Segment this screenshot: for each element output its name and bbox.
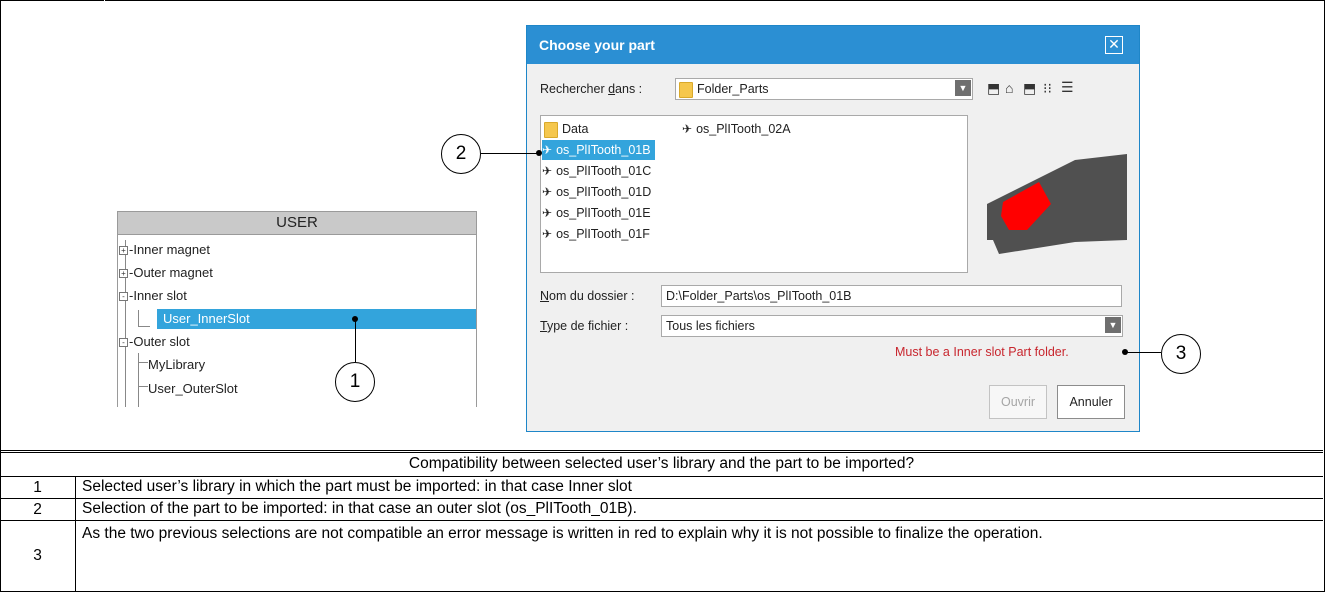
look-in-label: Rechercher dans : [540, 82, 643, 96]
tree-item-user-innerslot[interactable]: User_InnerSlot [157, 309, 476, 329]
row-text: As the two previous selections are not c… [82, 525, 1043, 542]
part-icon: ✈ [542, 164, 553, 178]
row-text: Selection of the part to be imported: in… [82, 500, 637, 517]
part-icon: ✈ [542, 206, 553, 220]
cancel-button[interactable]: Annuler [1057, 385, 1125, 419]
callout-2-dot [536, 150, 542, 156]
tree-item-label: Inner slot [133, 288, 187, 303]
tree-item-label: Inner magnet [133, 242, 210, 257]
dialog-title-bar: Choose your part ✕ [527, 26, 1139, 64]
table-row: 1 Selected user’s library in which the p… [0, 476, 1323, 498]
part-icon: ✈ [542, 185, 553, 199]
folder-icon [679, 81, 693, 98]
chevron-down-icon[interactable]: ▼ [955, 80, 971, 96]
tree-item-mylibrary[interactable]: MyLibrary [148, 355, 205, 375]
list-item-data-folder[interactable]: Data [544, 119, 592, 139]
table-header-row: Compatibility between selected user’s li… [0, 452, 1323, 475]
list-item-part-01c[interactable]: ✈ os_PlITooth_01C [542, 161, 655, 181]
callout-1: 1 [335, 362, 375, 402]
chevron-down-icon[interactable]: ▼ [1105, 317, 1121, 333]
list-view-icon[interactable]: ⁝⁝ [1043, 80, 1052, 97]
part-icon: ✈ [542, 143, 553, 157]
details-view-icon[interactable]: ☰ [1061, 79, 1074, 96]
tree-item-label: User_OuterSlot [148, 381, 238, 396]
row-number: 2 [0, 499, 76, 520]
callout-3: 3 [1161, 334, 1201, 374]
tree-item-inner-slot[interactable]: - -Inner slot [119, 286, 187, 306]
table-row: 3 As the two previous selections are not… [0, 520, 1323, 591]
tree-item-outer-magnet[interactable]: + -Outer magnet [119, 263, 213, 283]
look-in-combo[interactable]: Folder_Parts ▼ [675, 78, 973, 100]
tree-item-label: Outer slot [133, 334, 190, 349]
row-number: 1 [0, 477, 76, 498]
file-list: Data ✈ os_PlITooth_01B ✈ os_PlITooth_01C ✈… [540, 115, 968, 273]
choose-part-dialog: Choose your part ✕ Rechercher dans : Fol… [526, 25, 1140, 432]
tree-item-outer-slot[interactable]: - -Outer slot [119, 332, 190, 352]
up-folder-icon[interactable]: ⬒ [987, 80, 1000, 97]
tree-header: USER [118, 212, 476, 235]
file-type-select[interactable]: Tous les fichiers ▼ [661, 315, 1123, 337]
tree-item-user-outerslot[interactable]: User_OuterSlot [148, 379, 238, 399]
list-item-part-01b[interactable]: ✈ os_PlITooth_01B [542, 140, 655, 160]
callout-1-dot [352, 316, 358, 322]
callout-1-line [355, 320, 356, 362]
folder-name-field[interactable]: D:\Folder_Parts\os_PlITooth_01B [661, 285, 1122, 307]
error-message: Must be a Inner slot Part folder. [895, 345, 1069, 359]
folder-name-label: Nom du dossier : [540, 289, 635, 303]
new-folder-icon[interactable]: ⬒ [1023, 80, 1036, 97]
folder-icon [544, 121, 558, 138]
part-preview-image [987, 154, 1127, 254]
tree-item-label: MyLibrary [148, 357, 206, 372]
row-number: 3 [0, 521, 76, 591]
expand-icon[interactable]: + [119, 246, 128, 256]
open-button[interactable]: Ouvrir [989, 385, 1047, 419]
list-item-part-01f[interactable]: ✈ os_PlITooth_01F [542, 224, 654, 244]
file-type-value: Tous les fichiers [666, 319, 755, 333]
tree-item-inner-magnet[interactable]: + -Inner magnet [119, 240, 210, 260]
part-icon: ✈ [682, 122, 693, 136]
home-icon[interactable]: ⌂ [1005, 80, 1013, 96]
tree-item-label: User_InnerSlot [163, 311, 250, 326]
user-library-tree: USER + -Inner magnet + -Outer magnet - -Inn… [117, 211, 477, 407]
part-icon: ✈ [542, 227, 553, 241]
dialog-title: Choose your part [539, 37, 655, 53]
look-in-value: Folder_Parts [697, 82, 769, 96]
tree-item-label: Outer magnet [133, 265, 213, 280]
row-text: Selected user’s library in which the par… [82, 478, 632, 495]
list-item-part-01d[interactable]: ✈ os_PlITooth_01D [542, 182, 655, 202]
collapse-icon[interactable]: - [119, 338, 128, 348]
table-header: Compatibility between selected user’s li… [408, 455, 915, 472]
callout-3-line [1125, 352, 1161, 353]
table-row: 2 Selection of the part to be imported: … [0, 498, 1323, 520]
callout-2: 2 [441, 134, 481, 174]
list-item-part-01e[interactable]: ✈ os_PlITooth_01E [542, 203, 655, 223]
callout-3-dot [1122, 349, 1128, 355]
expand-icon[interactable]: + [119, 269, 128, 279]
callout-2-line [481, 153, 539, 154]
file-type-label: Type de fichier : [540, 319, 629, 333]
close-icon[interactable]: ✕ [1105, 36, 1123, 54]
list-item-part-02a[interactable]: ✈ os_PlITooth_02A [682, 119, 795, 139]
collapse-icon[interactable]: - [119, 292, 128, 302]
